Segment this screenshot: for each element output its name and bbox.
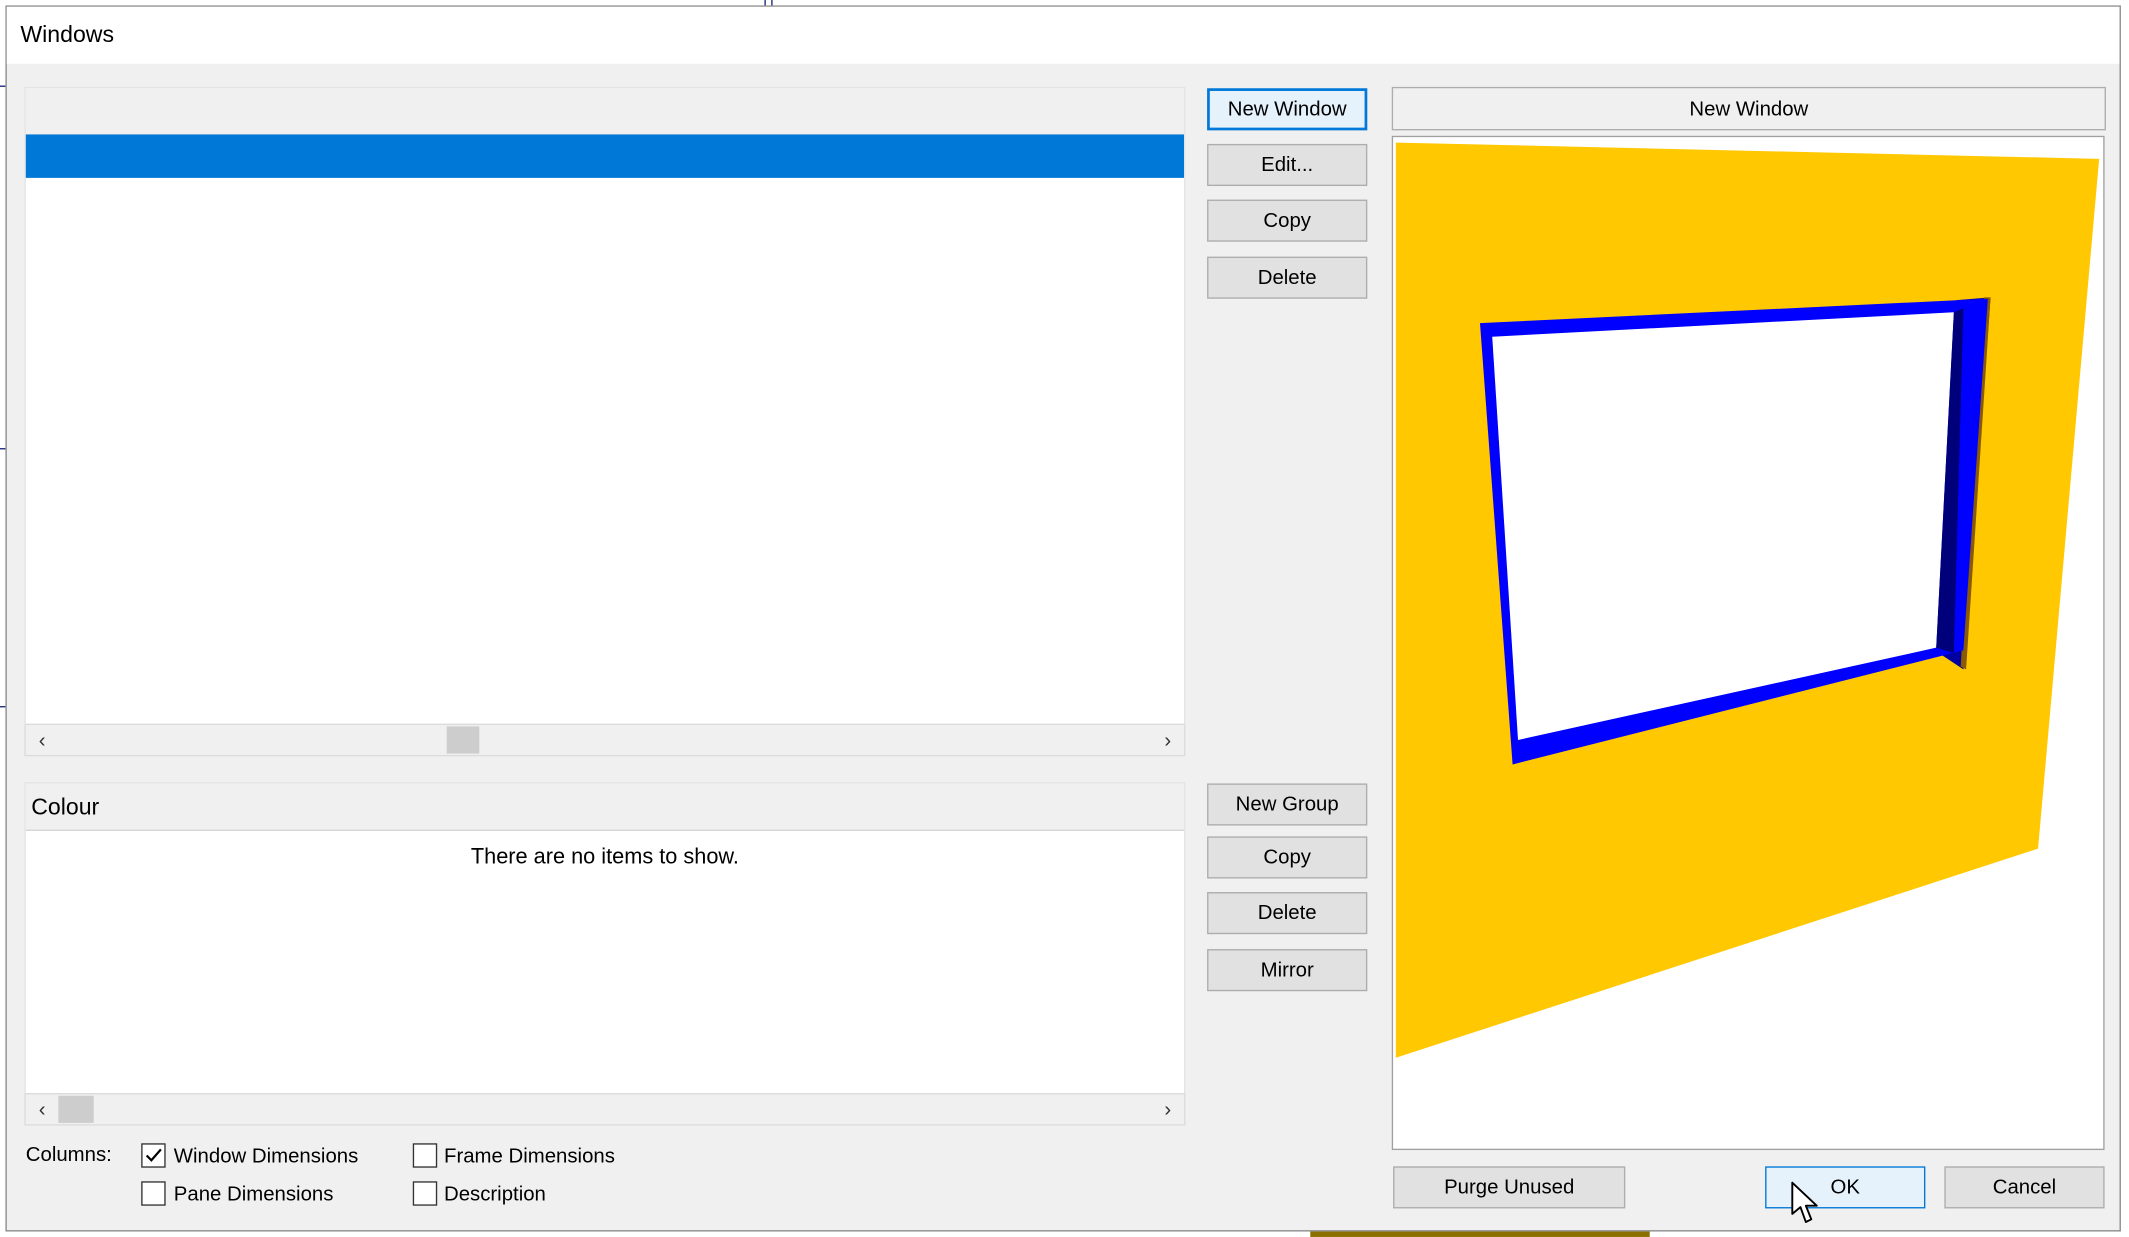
colour-list[interactable]: Colour There are no items to show. — [24, 782, 1186, 1095]
copy-group-button[interactable]: Copy — [1207, 836, 1368, 879]
window-preview-graphic — [1395, 142, 2100, 1058]
new-window-button[interactable]: New Window — [1207, 88, 1368, 131]
ok-button[interactable]: OK — [1765, 1166, 1926, 1209]
window-list-row-label — [26, 144, 34, 167]
columns-label: Columns: — [25, 1143, 112, 1167]
title-bar: Windows — [6, 6, 2120, 64]
edit-button[interactable]: Edit... — [1207, 143, 1368, 187]
checkmark-icon — [145, 1148, 162, 1162]
dialog-stage: Windows ‹ › Colour There are no items to… — [0, 0, 2129, 1237]
dialog-title: Windows — [20, 21, 115, 48]
background-strip — [1310, 1231, 1650, 1237]
delete-group-button[interactable]: Delete — [1207, 892, 1368, 935]
frame-dimensions-checkbox[interactable] — [412, 1143, 438, 1168]
description-label[interactable]: Description — [444, 1183, 546, 1206]
chevron-right-icon[interactable]: › — [1154, 725, 1181, 755]
pane-dimensions-label[interactable]: Pane Dimensions — [174, 1183, 334, 1206]
colour-list-hscrollbar[interactable]: ‹ › — [24, 1093, 1186, 1126]
chevron-left-icon[interactable]: ‹ — [29, 1094, 56, 1124]
window-list[interactable] — [24, 86, 1186, 726]
window-dimensions-label[interactable]: Window Dimensions — [174, 1145, 359, 1168]
mouse-pointer-icon — [1791, 1181, 1818, 1223]
delete-window-button[interactable]: Delete — [1207, 256, 1368, 299]
chevron-right-icon[interactable]: › — [1154, 1094, 1181, 1124]
colour-list-header[interactable]: Colour — [25, 783, 1185, 831]
window-dimensions-checkbox[interactable] — [141, 1143, 166, 1168]
mirror-button[interactable]: Mirror — [1207, 949, 1368, 992]
description-checkbox[interactable] — [412, 1181, 438, 1206]
window-preview — [1391, 135, 2105, 1151]
copy-window-button[interactable]: Copy — [1207, 199, 1368, 242]
cancel-button[interactable]: Cancel — [1944, 1166, 2105, 1209]
chevron-left-icon[interactable]: ‹ — [29, 725, 56, 755]
window-list-header — [25, 88, 1185, 136]
purge-unused-button[interactable]: Purge Unused — [1393, 1166, 1626, 1209]
preview-title-bar: New Window — [1391, 86, 2106, 131]
empty-list-message: There are no items to show. — [470, 845, 739, 869]
window-list-selected-row[interactable] — [25, 134, 1185, 178]
scroll-thumb[interactable] — [58, 1095, 94, 1123]
frame-dimensions-label[interactable]: Frame Dimensions — [444, 1145, 615, 1168]
scroll-thumb[interactable] — [446, 726, 480, 754]
colour-column-header[interactable]: Colour — [31, 794, 99, 821]
window-list-hscrollbar[interactable]: ‹ › — [24, 723, 1186, 757]
new-group-button[interactable]: New Group — [1207, 783, 1368, 826]
pane-dimensions-checkbox[interactable] — [141, 1181, 166, 1206]
